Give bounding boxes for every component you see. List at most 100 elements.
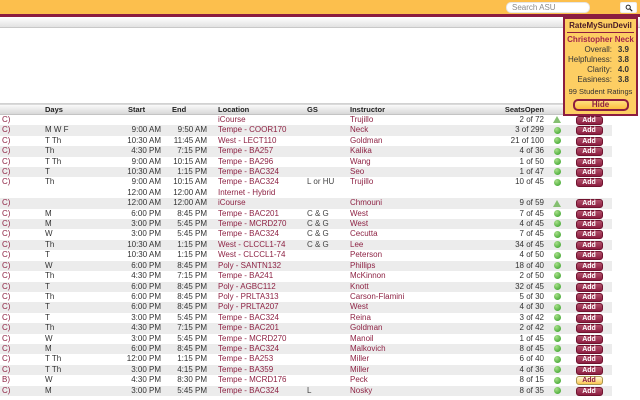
instructor-link[interactable]: Carson-Flamini <box>350 292 404 301</box>
location-link[interactable]: Tempe - BAC324 <box>218 386 279 395</box>
location-link[interactable]: Tempe - BA241 <box>218 271 273 280</box>
instructor-link[interactable]: Kalika <box>350 146 372 155</box>
instructor-link[interactable]: Trujillo <box>350 177 373 186</box>
course-link[interactable]: C) <box>2 219 10 228</box>
add-button[interactable]: Add <box>575 386 603 396</box>
course-link[interactable]: C) <box>2 365 10 374</box>
course-link[interactable]: C) <box>2 313 10 322</box>
course-link[interactable]: C) <box>2 157 10 166</box>
course-link[interactable]: C) <box>2 282 10 291</box>
location-link[interactable]: Tempe - BAC324 <box>218 177 279 186</box>
add-button[interactable]: Add <box>575 136 603 146</box>
location-link[interactable]: Poly - SANTN132 <box>218 261 281 270</box>
location-link[interactable]: Poly - PRLTA313 <box>218 292 279 301</box>
location-link[interactable]: Tempe - BAC324 <box>218 344 279 353</box>
location-link[interactable]: West - CLCCL1-74 <box>218 240 285 249</box>
add-button[interactable]: Add <box>575 240 603 250</box>
instructor-link[interactable]: Chmouni <box>350 198 382 207</box>
location-link[interactable]: Tempe - BAC201 <box>218 323 279 332</box>
location-link[interactable]: Tempe - BA296 <box>218 157 273 166</box>
instructor-link[interactable]: Goldman <box>350 136 382 145</box>
add-button[interactable]: Add <box>575 292 603 302</box>
location-link[interactable]: West - CLCCL1-74 <box>218 250 285 259</box>
add-button[interactable]: Add <box>575 251 603 261</box>
location-link[interactable]: Tempe - BAC201 <box>218 209 279 218</box>
location-link[interactable]: Tempe - COOR170 <box>218 125 286 134</box>
instructor-link[interactable]: Miller <box>350 354 369 363</box>
add-button[interactable]: Add <box>575 230 603 240</box>
location-link[interactable]: Poly - PRLTA207 <box>218 302 279 311</box>
instructor-link[interactable]: Miller <box>350 365 369 374</box>
location-link[interactable]: Tempe - BA253 <box>218 354 273 363</box>
course-link[interactable]: C) <box>2 146 10 155</box>
course-link[interactable]: B) <box>2 375 10 384</box>
instructor-link[interactable]: Seo <box>350 167 364 176</box>
hide-button[interactable]: Hide <box>572 99 629 111</box>
location-link[interactable]: Tempe - BAC324 <box>218 167 279 176</box>
add-button[interactable]: Add <box>575 282 603 292</box>
instructor-link[interactable]: Wang <box>350 157 371 166</box>
instructor-link[interactable]: West <box>350 209 368 218</box>
add-button[interactable]: Add <box>575 147 603 157</box>
location-link[interactable]: Tempe - BAC324 <box>218 229 279 238</box>
instructor-link[interactable]: Reina <box>350 313 371 322</box>
instructor-link[interactable]: Goldman <box>350 323 382 332</box>
instructor-link[interactable]: Lee <box>350 240 363 249</box>
course-link[interactable]: C) <box>2 354 10 363</box>
location-link[interactable]: Poly - AGBC112 <box>218 282 276 291</box>
course-link[interactable]: C) <box>2 125 10 134</box>
add-button[interactable]: Add <box>575 209 603 219</box>
add-button[interactable]: Add <box>575 365 603 375</box>
instructor-link[interactable]: Nosky <box>350 386 372 395</box>
instructor-link[interactable]: Phillips <box>350 261 375 270</box>
add-button[interactable]: Add <box>575 324 603 334</box>
instructor-link[interactable]: Cecutta <box>350 229 378 238</box>
location-link[interactable]: iCourse <box>218 198 246 207</box>
add-button[interactable]: Add <box>575 355 603 365</box>
instructor-link[interactable]: Malkovich <box>350 344 386 353</box>
add-button[interactable]: Add <box>575 313 603 323</box>
course-link[interactable]: C) <box>2 386 10 395</box>
instructor-link[interactable]: McKinnon <box>350 271 386 280</box>
course-link[interactable]: C) <box>2 334 10 343</box>
add-button[interactable]: Add <box>575 199 603 209</box>
instructor-link[interactable]: Peck <box>350 375 368 384</box>
course-link[interactable]: C) <box>2 292 10 301</box>
course-link[interactable]: C) <box>2 177 10 186</box>
course-link[interactable]: C) <box>2 344 10 353</box>
course-link[interactable]: C) <box>2 198 10 207</box>
add-button[interactable]: Add <box>575 344 603 354</box>
add-button[interactable]: Add <box>575 220 603 230</box>
add-button[interactable]: Add <box>575 168 603 178</box>
location-link[interactable]: iCourse <box>218 115 246 124</box>
course-link[interactable]: C) <box>2 209 10 218</box>
instructor-link[interactable]: Manoil <box>350 334 374 343</box>
course-link[interactable]: C) <box>2 323 10 332</box>
add-button-highlighted[interactable]: Add <box>575 376 603 386</box>
location-link[interactable]: Tempe - MCRD270 <box>218 334 286 343</box>
add-button[interactable]: Add <box>575 157 603 167</box>
course-link[interactable]: C) <box>2 136 10 145</box>
course-link[interactable]: C) <box>2 229 10 238</box>
location-link[interactable]: Tempe - BA257 <box>218 146 273 155</box>
add-button[interactable]: Add <box>575 116 603 125</box>
add-button[interactable]: Add <box>575 334 603 344</box>
location-link[interactable]: Tempe - BA359 <box>218 365 273 374</box>
instructor-link[interactable]: Knott <box>350 282 369 291</box>
add-button[interactable]: Add <box>575 178 603 188</box>
add-button[interactable]: Add <box>575 303 603 313</box>
location-link[interactable]: Tempe - MCRD270 <box>218 219 286 228</box>
add-button[interactable]: Add <box>575 126 603 136</box>
course-link[interactable]: C) <box>2 302 10 311</box>
search-button[interactable] <box>620 2 637 13</box>
add-button[interactable]: Add <box>575 261 603 271</box>
search-input[interactable] <box>506 2 590 13</box>
location-link[interactable]: West - LECT110 <box>218 136 276 145</box>
instructor-link[interactable]: West <box>350 302 368 311</box>
add-button[interactable]: Add <box>575 272 603 282</box>
instructor-link[interactable]: Trujillo <box>350 115 373 124</box>
instructor-link[interactable]: West <box>350 219 368 228</box>
instructor-link[interactable]: Peterson <box>350 250 382 259</box>
course-link[interactable]: C) <box>2 167 10 176</box>
location-link[interactable]: Tempe - MCRD176 <box>218 375 286 384</box>
